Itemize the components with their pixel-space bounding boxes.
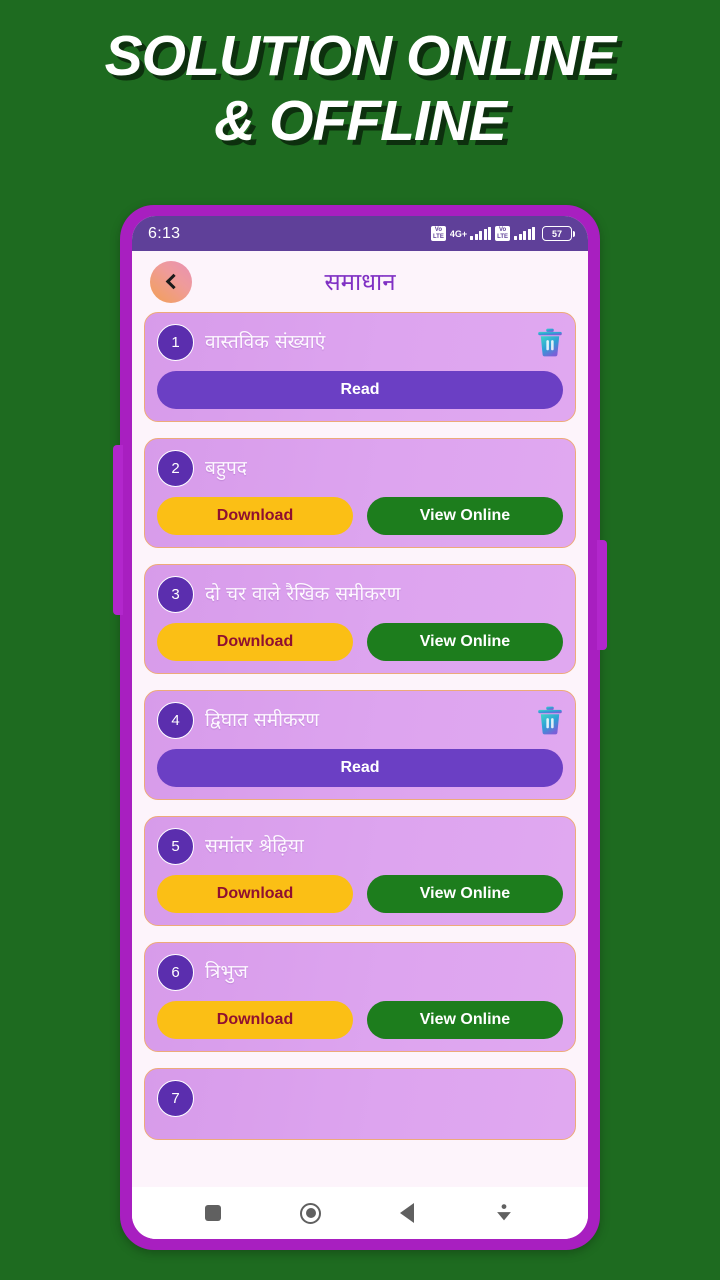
chapter-card[interactable]: 2 बहुपद Download View Online <box>144 438 576 548</box>
android-navigation-bar <box>132 1187 588 1239</box>
chapter-number-badge: 2 <box>157 449 194 487</box>
promo-headline: SOLUTION ONLINE & OFFLINE <box>104 24 617 153</box>
status-time: 6:13 <box>148 224 181 242</box>
volte-icon-2: Vo LTE <box>495 226 510 241</box>
back-button[interactable] <box>150 260 192 303</box>
chapter-number-badge: 3 <box>157 575 194 613</box>
chapter-title: समांतर श्रेढ़िया <box>205 834 304 857</box>
chapter-card[interactable]: 5 समांतर श्रेढ़िया Download View Online <box>144 816 576 926</box>
chapter-actions: Download View Online <box>157 1001 563 1039</box>
download-button[interactable]: Download <box>157 497 353 535</box>
trash-icon[interactable] <box>537 327 563 357</box>
power-button[interactable] <box>597 540 607 650</box>
chapter-title: वास्तविक संख्याएं <box>205 330 326 353</box>
trash-icon[interactable] <box>537 705 563 735</box>
square-recents-icon[interactable] <box>205 1205 222 1221</box>
status-bar: 6:13 Vo LTE 4G+ Vo LTE 57 <box>132 216 588 251</box>
volume-button[interactable] <box>113 445 123 615</box>
chapter-card-header: 2 बहुपद <box>157 449 563 487</box>
read-button[interactable]: Read <box>157 371 563 409</box>
phone-screen: 6:13 Vo LTE 4G+ Vo LTE 57 समाधान 1 वास्तविक… <box>132 216 588 1239</box>
chapter-actions: Read <box>157 371 563 409</box>
read-button[interactable]: Read <box>157 749 563 787</box>
chapter-actions: Download View Online <box>157 497 563 535</box>
chapter-card-header: 4 द्विघात समीकरण <box>157 701 563 739</box>
chapter-number-badge: 7 <box>157 1079 194 1117</box>
circle-home-icon[interactable] <box>300 1202 322 1224</box>
page-title: समाधान <box>324 268 396 296</box>
chapter-title: द्विघात समीकरण <box>205 708 320 731</box>
chapter-card-header: 7 <box>157 1079 563 1117</box>
chapter-actions: Download View Online <box>157 875 563 913</box>
volte-icon-1: Vo LTE <box>430 226 446 241</box>
chapter-title: बहुपद <box>205 456 247 479</box>
phone-frame: 6:13 Vo LTE 4G+ Vo LTE 57 समाधान 1 वास्तविक… <box>113 205 607 1250</box>
chevron-down-hide-icon[interactable] <box>493 1202 515 1224</box>
triangle-back-icon[interactable] <box>399 1203 414 1223</box>
battery-icon: 57 <box>542 226 575 241</box>
signal-bars-icon-2 <box>514 227 535 240</box>
chapter-number-badge: 1 <box>157 323 194 361</box>
chapter-card-header: 6 त्रिभुज <box>157 953 563 991</box>
chapter-card-header: 3 दो चर वाले रैखिक समीकरण <box>157 575 563 613</box>
chapter-card[interactable]: 6 त्रिभुज Download View Online <box>144 942 576 1052</box>
status-icons: Vo LTE 4G+ Vo LTE 57 <box>430 226 575 241</box>
network-type-label: 4G+ <box>449 228 468 239</box>
chapter-actions: Download View Online <box>157 623 563 661</box>
download-button[interactable]: Download <box>157 623 353 661</box>
download-button[interactable]: Download <box>157 1001 353 1039</box>
view-online-button[interactable]: View Online <box>367 497 563 535</box>
chevron-left-icon <box>165 273 181 290</box>
chapter-actions: Read <box>157 749 563 787</box>
chapter-card[interactable]: 3 दो चर वाले रैखिक समीकरण Download View Onl… <box>144 564 576 674</box>
chapter-card[interactable]: 1 वास्तविक संख्याएं Read <box>144 312 576 422</box>
chapter-number-badge: 4 <box>157 701 194 739</box>
chapter-card[interactable]: 4 द्विघात समीकरण Read <box>144 690 576 800</box>
signal-bars-icon-1 <box>470 227 492 240</box>
chapter-card-header: 5 समांतर श्रेढ़िया <box>157 827 563 865</box>
view-online-button[interactable]: View Online <box>367 623 563 661</box>
app-bar: समाधान <box>132 251 588 312</box>
chapter-card[interactable]: 7 <box>144 1068 576 1140</box>
chapter-card-header: 1 वास्तविक संख्याएं <box>157 323 563 361</box>
view-online-button[interactable]: View Online <box>367 875 563 913</box>
chapter-list[interactable]: 1 वास्तविक संख्याएं Read 2 बहुपद Download View… <box>132 312 588 1239</box>
view-online-button[interactable]: View Online <box>367 1001 563 1039</box>
chapter-title: दो चर वाले रैखिक समीकरण <box>205 582 401 605</box>
battery-level: 57 <box>551 228 562 239</box>
chapter-number-badge: 5 <box>157 827 194 865</box>
chapter-title: त्रिभुज <box>205 960 248 983</box>
download-button[interactable]: Download <box>157 875 353 913</box>
chapter-number-badge: 6 <box>157 953 194 991</box>
